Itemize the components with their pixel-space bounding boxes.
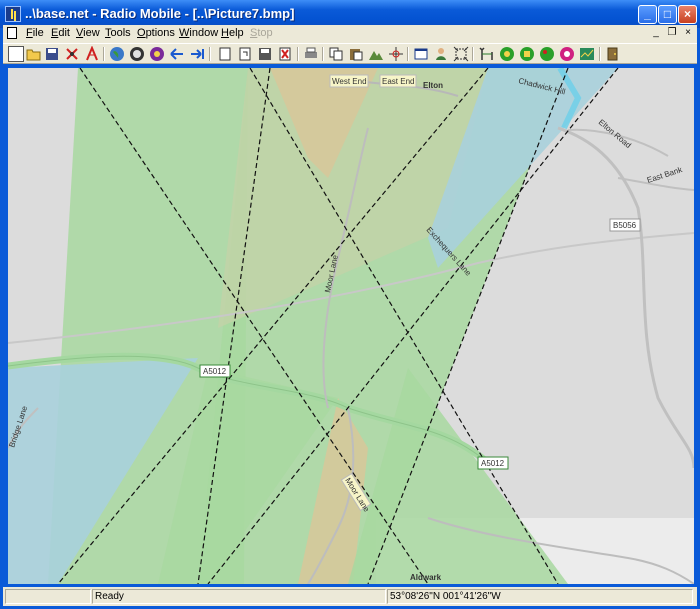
new-file-icon[interactable] <box>8 46 24 62</box>
menu-window-accel: W <box>179 27 190 39</box>
zoom-fit-icon[interactable] <box>453 46 469 62</box>
style-icon[interactable] <box>433 46 449 62</box>
world-map-icon[interactable] <box>109 46 125 62</box>
menu-view[interactable]: View <box>76 27 100 39</box>
copy-icon[interactable] <box>328 46 344 62</box>
label-elton: Elton <box>423 81 443 90</box>
close-button[interactable]: × <box>678 5 697 24</box>
route-radio-link-icon[interactable] <box>579 46 595 62</box>
mdi-close-button[interactable]: × <box>681 27 695 40</box>
radio-mobile-app-icon[interactable] <box>5 6 21 22</box>
save-picture-icon[interactable] <box>257 46 273 62</box>
polar-coverage-icon[interactable] <box>499 46 515 62</box>
toolbar-separator <box>103 47 105 61</box>
maximize-button[interactable]: □ <box>658 5 677 24</box>
print-icon[interactable] <box>303 46 319 62</box>
unit-properties-icon[interactable] <box>84 45 100 62</box>
toolbar-separator <box>599 47 601 61</box>
radio-link-icon[interactable] <box>479 46 495 62</box>
status-panel-message: Ready <box>92 589 386 604</box>
menu-edit-label: dit <box>58 27 70 39</box>
map-properties-icon[interactable] <box>129 46 145 62</box>
exit-icon[interactable] <box>605 46 621 62</box>
toolbar-separator <box>297 47 299 61</box>
menu-file[interactable]: File <box>26 27 44 39</box>
document-icon[interactable] <box>7 27 17 39</box>
menu-tools-label: ools <box>110 27 131 39</box>
combined-coverage-icon[interactable] <box>539 46 555 62</box>
menu-help-label: elp <box>228 27 244 39</box>
forward-arrow-icon[interactable] <box>189 46 205 62</box>
fit-window-icon[interactable] <box>413 46 429 62</box>
label-west-end: West End <box>332 77 367 86</box>
menu-file-accel: F <box>26 27 33 39</box>
menu-bar: File Edit View Tools Options Window Help… <box>3 25 697 43</box>
status-bar: Ready 53°08'26"N 001°41'26"W <box>3 587 697 606</box>
paste-picture-icon[interactable] <box>237 46 253 62</box>
back-arrow-icon[interactable] <box>169 46 185 62</box>
menu-edit[interactable]: Edit <box>51 27 70 39</box>
menu-help-accel: H <box>221 27 229 39</box>
delete-picture-icon[interactable] <box>277 46 293 62</box>
menu-stop: Stop <box>250 27 273 39</box>
elevation-grid-icon[interactable] <box>368 46 384 62</box>
menu-help[interactable]: Help <box>221 27 244 39</box>
network-properties-icon[interactable] <box>64 46 80 62</box>
merge-pictures-icon[interactable] <box>149 46 165 62</box>
label-east-end: East End <box>382 77 414 86</box>
center-icon[interactable] <box>388 46 404 62</box>
toolbar-separator <box>472 47 474 61</box>
toolbar-separator <box>209 47 211 61</box>
paste-icon[interactable] <box>348 46 364 62</box>
menu-view-label: iew <box>83 27 100 39</box>
map-view[interactable]: West End East End Elton Chadwick Hill El… <box>8 68 694 584</box>
toolbar-separator <box>407 47 409 61</box>
mdi-restore-button[interactable]: ❐ <box>665 27 679 40</box>
cartesian-coverage-icon[interactable] <box>519 46 535 62</box>
menu-file-label: ile <box>32 27 44 39</box>
menu-window[interactable]: Window <box>179 27 218 39</box>
mdi-minimize-button[interactable]: _ <box>649 27 663 40</box>
label-b5056: B5056 <box>613 221 637 230</box>
menu-options-accel: O <box>137 27 146 39</box>
app-window: ..\base.net - Radio Mobile - [..\Picture… <box>0 0 700 609</box>
save-icon[interactable] <box>44 46 60 62</box>
route-coverage-icon[interactable] <box>559 46 575 62</box>
menu-window-label: indow <box>189 27 219 39</box>
status-panel-coordinates: 53°08'26"N 001°41'26"W <box>387 589 693 604</box>
menu-options-label: ptions <box>145 27 175 39</box>
copy-picture-icon[interactable] <box>217 46 233 62</box>
status-panel-blank <box>5 589 91 604</box>
menu-stop-label: top <box>257 27 273 39</box>
toolbar-separator <box>322 47 324 61</box>
menu-options[interactable]: Options <box>137 27 175 39</box>
toolbar <box>3 43 697 64</box>
open-folder-icon[interactable] <box>26 46 42 62</box>
label-a5012-west: A5012 <box>203 367 227 376</box>
label-aldwark: Aldwark <box>410 573 442 582</box>
label-a5012-east: A5012 <box>481 459 505 468</box>
map-canvas[interactable]: West End East End Elton Chadwick Hill El… <box>8 68 694 584</box>
menu-tools[interactable]: Tools <box>105 27 131 39</box>
window-title: ..\base.net - Radio Mobile - [..\Picture… <box>25 6 295 21</box>
title-bar[interactable]: ..\base.net - Radio Mobile - [..\Picture… <box>0 0 700 28</box>
minimize-button[interactable]: _ <box>638 5 657 24</box>
